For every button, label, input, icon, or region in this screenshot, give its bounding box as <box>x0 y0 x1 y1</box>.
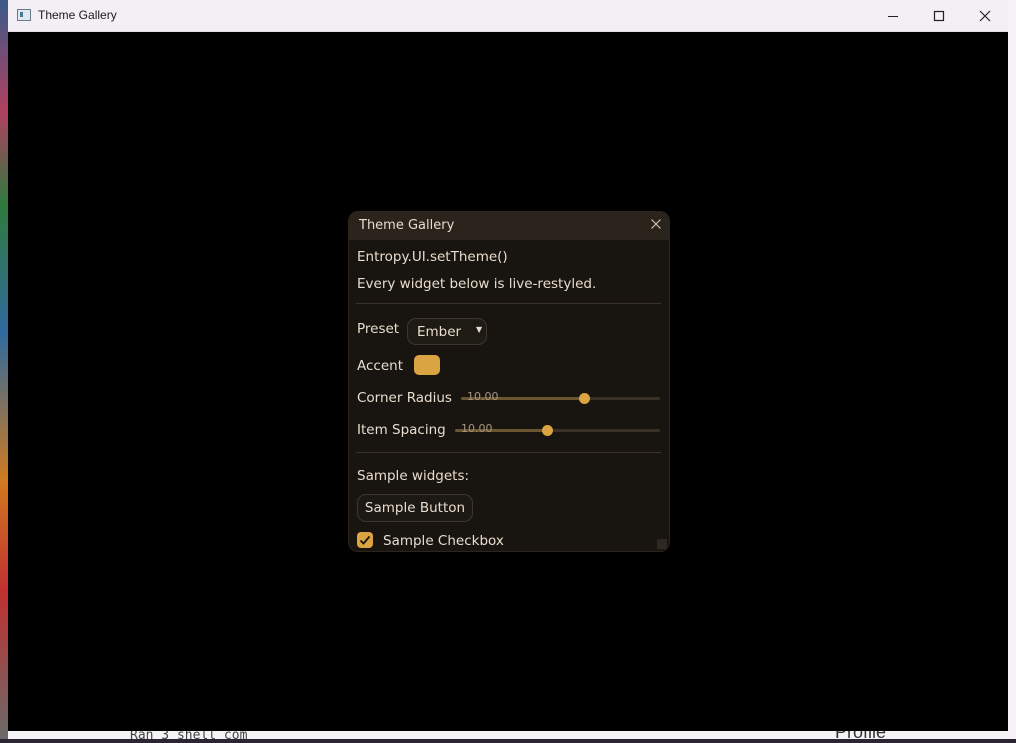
sample-widgets-heading: Sample widgets: <box>357 468 470 484</box>
resize-grip[interactable] <box>657 539 667 549</box>
sample-checkbox[interactable] <box>357 532 373 548</box>
panel-titlebar[interactable]: Theme Gallery <box>349 212 669 240</box>
minimize-icon <box>888 15 898 17</box>
corner-radius-grab[interactable] <box>579 393 590 404</box>
minimize-button[interactable] <box>870 0 916 31</box>
accent-color-swatch[interactable] <box>414 355 440 375</box>
separator <box>356 452 661 453</box>
corner-radius-label: Corner Radius <box>357 390 452 406</box>
close-icon <box>651 219 661 229</box>
preset-value: Ember <box>417 324 462 340</box>
app-window: Theme Gallery Theme Gallery Entropy.UI.s… <box>8 0 1008 731</box>
maximize-icon <box>933 10 945 21</box>
item-spacing-value: 10.00 <box>461 422 493 435</box>
sample-button[interactable]: Sample Button <box>357 494 473 522</box>
background-window-edge <box>1008 0 1016 739</box>
api-text: Entropy.UI.setTheme() <box>357 249 508 265</box>
item-spacing-label: Item Spacing <box>357 422 446 438</box>
window-title: Theme Gallery <box>38 8 117 22</box>
description-text: Every widget below is live-restyled. <box>357 276 597 292</box>
item-spacing-grab[interactable] <box>542 425 553 436</box>
preset-combo[interactable]: Ember ▼ <box>407 318 487 345</box>
close-button[interactable] <box>962 0 1008 31</box>
chevron-down-icon: ▼ <box>476 325 483 334</box>
preset-label: Preset <box>357 321 400 337</box>
desktop-icons-strip <box>0 0 8 739</box>
maximize-button[interactable] <box>916 0 962 31</box>
separator <box>356 303 661 304</box>
panel-close-button[interactable] <box>648 216 664 232</box>
accent-label: Accent <box>357 358 403 374</box>
corner-radius-slider[interactable]: 10.00 <box>461 390 660 404</box>
window-titlebar[interactable]: Theme Gallery <box>8 0 1008 32</box>
app-icon <box>17 9 31 21</box>
checkmark-icon <box>359 535 371 545</box>
corner-radius-value: 10.00 <box>467 390 499 403</box>
item-spacing-slider[interactable]: 10.00 <box>455 422 660 436</box>
theme-gallery-panel: Theme Gallery Entropy.UI.setTheme() Ever… <box>348 211 670 552</box>
sample-button-label: Sample Button <box>364 500 466 516</box>
sample-checkbox-label: Sample Checkbox <box>383 533 504 549</box>
close-icon <box>979 10 991 21</box>
panel-title: Theme Gallery <box>359 218 455 233</box>
